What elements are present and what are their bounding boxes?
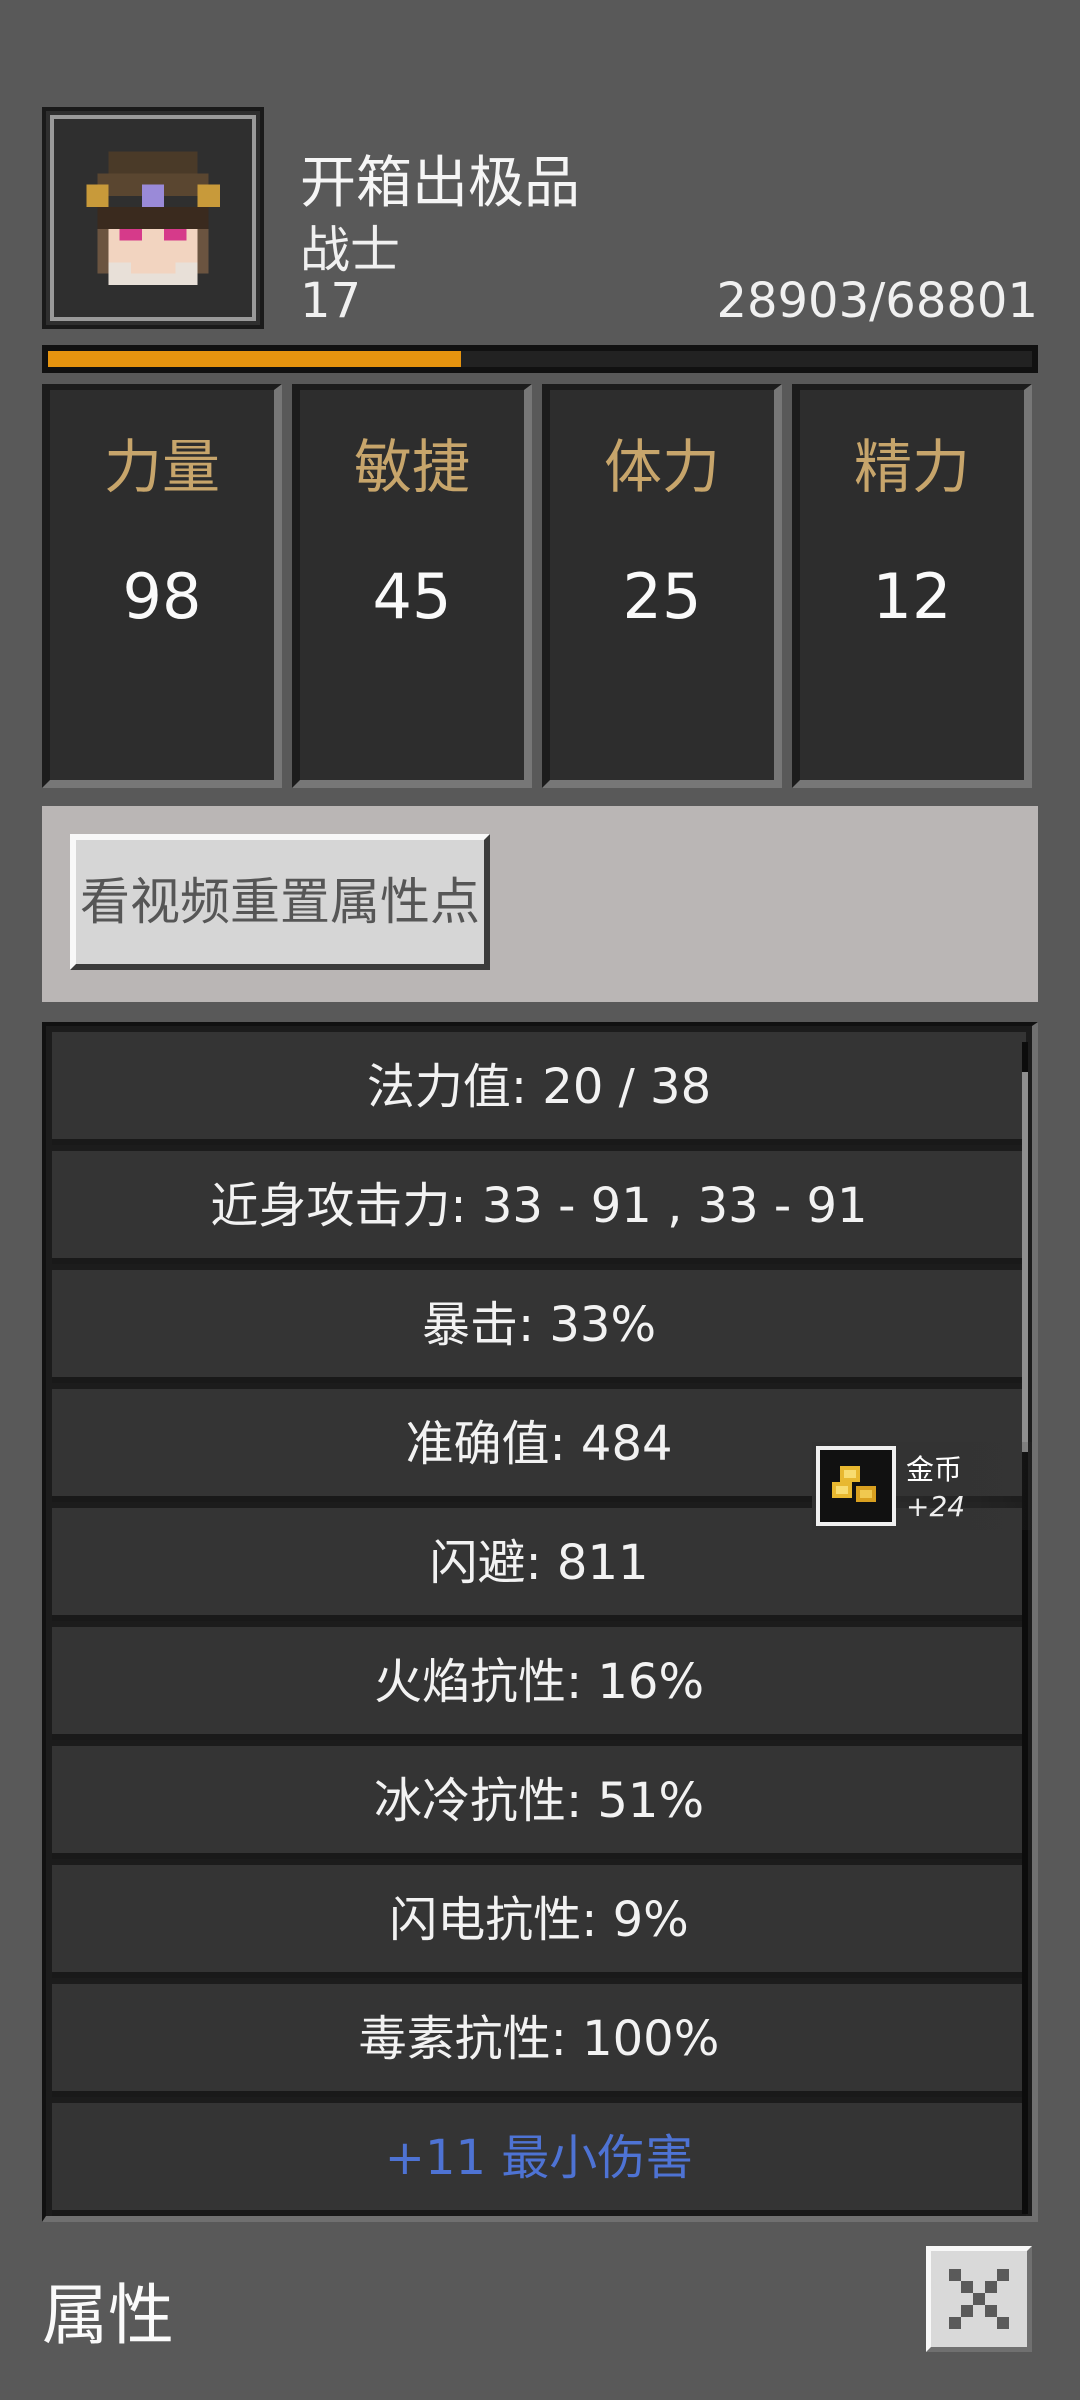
gold-coin-icon [816,1446,896,1526]
attribute-row-melee-damage: 近身攻击力: 33 - 91 , 33 - 91 [52,1151,1026,1264]
pickup-notification: 金币 +24 [812,1442,1032,1530]
attribute-row-mana: 法力值: 20 / 38 [52,1032,1026,1145]
experience-text: 28903/68801 [716,273,1038,329]
close-button[interactable] [926,2246,1032,2352]
attribute-row-fire-resist: 火焰抗性: 16% [52,1627,1026,1740]
attribute-row-poison-resist: 毒素抗性: 100% [52,1984,1026,2097]
attribute-row-cold-resist: 冰冷抗性: 51% [52,1746,1026,1859]
pickup-item-name: 金币 [906,1453,963,1486]
stat-label: 体力 [603,433,720,501]
stat-value: 25 [622,560,702,633]
character-class: 战士 [300,221,400,279]
scrollbar-thumb[interactable] [1022,1072,1028,1452]
warrior-avatar-icon [64,129,242,307]
reset-panel: 看视频重置属性点 [42,806,1038,1002]
attribute-list[interactable]: 法力值: 20 / 38 近身攻击力: 33 - 91 , 33 - 91 暴击… [42,1022,1038,2222]
character-level: 17 [300,273,362,329]
stat-strength: 力量 98 [42,384,282,788]
reset-attributes-button[interactable]: 看视频重置属性点 [70,834,490,970]
stat-label: 敏捷 [353,433,470,501]
character-name: 开箱出极品 [300,151,580,216]
panel-title: 属性 [42,2277,174,2354]
stat-energy: 精力 12 [792,384,1032,788]
stat-agility: 敏捷 45 [292,384,532,788]
stat-vitality: 体力 25 [542,384,782,788]
attribute-row-lightning-resist: 闪电抗性: 9% [52,1865,1026,1978]
experience-bar [42,345,1038,373]
list-scrollbar[interactable] [1022,1042,1028,2214]
close-icon [949,2269,1009,2329]
stat-label: 力量 [103,433,220,501]
stat-value: 45 [372,560,452,633]
experience-bar-fill [48,351,462,367]
stat-value: 12 [872,560,952,633]
character-portrait [42,107,264,329]
stat-label: 精力 [853,433,970,501]
attribute-row-min-damage-bonus: +11 最小伤害 [52,2103,1026,2216]
stat-value: 98 [122,560,202,633]
pickup-amount: +24 [906,1490,966,1523]
attribute-row-critical: 暴击: 33% [52,1270,1026,1383]
